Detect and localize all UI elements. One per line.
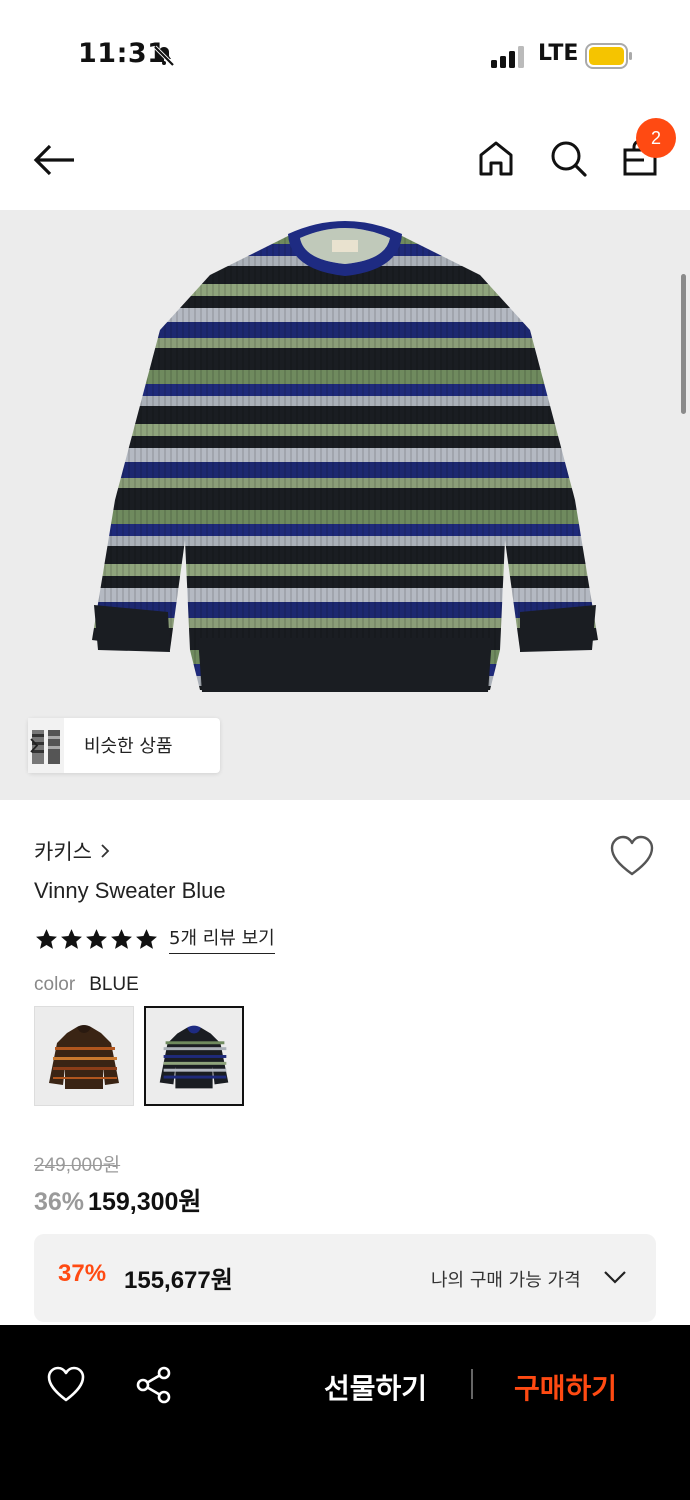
chevron-down-icon (604, 1271, 626, 1284)
star-icon (111, 928, 132, 949)
home-icon[interactable] (476, 138, 516, 178)
chevron-right-icon (30, 738, 39, 753)
similar-products-label: 비슷한 상품 (84, 736, 173, 757)
chevron-right-icon (101, 844, 110, 858)
my-discount-rate: 37% (58, 1260, 107, 1287)
rating-row: 5개 리뷰 보기 (34, 924, 275, 954)
original-price: 249,000원 (34, 1155, 121, 1176)
divider (471, 1369, 473, 1399)
gift-button[interactable]: 선물하기 (324, 1367, 427, 1407)
bottom-action-bar: 선물하기 구매하기 (0, 1325, 690, 1500)
bell-off-icon (153, 45, 175, 67)
color-value: BLUE (89, 974, 139, 995)
status-bar: 11:31 LTE (0, 0, 690, 110)
search-icon[interactable] (548, 138, 588, 178)
back-arrow-icon[interactable] (30, 140, 78, 180)
color-swatch-brown[interactable] (34, 1006, 134, 1106)
price-row: 36% 159,300원 (34, 1182, 201, 1218)
my-price-label: 나의 구매 가능 가격 (431, 1270, 581, 1291)
star-icon (136, 928, 157, 949)
top-navbar: 2 (0, 110, 690, 210)
star-icon (86, 928, 107, 949)
product-name: Vinny Sweater Blue (34, 878, 226, 903)
blue-sweater-thumbnail (159, 1025, 229, 1089)
star-icon (61, 928, 82, 949)
color-swatch-blue[interactable] (144, 1006, 244, 1106)
similar-products-button[interactable]: 비슷한 상품 (28, 718, 220, 773)
signal-icon (491, 46, 524, 68)
sale-price: 159,300원 (88, 1188, 202, 1216)
share-icon[interactable] (134, 1365, 174, 1405)
cart-count-badge: 2 (636, 118, 676, 158)
wishlist-heart-icon[interactable] (608, 834, 656, 878)
review-link[interactable]: 5개 리뷰 보기 (169, 924, 275, 954)
image-scrollbar[interactable] (681, 274, 686, 414)
rating-stars (34, 927, 159, 952)
sweater-image (92, 221, 598, 692)
star-icon (36, 928, 57, 949)
brand-name: 카키스 (34, 840, 92, 864)
product-image-carousel[interactable]: 비슷한 상품 (0, 210, 690, 800)
color-row: color BLUE (34, 974, 139, 996)
network-label: LTE (538, 41, 579, 66)
my-price: 155,677원 (124, 1267, 233, 1294)
color-label: color (34, 974, 76, 995)
battery-icon (585, 43, 632, 69)
brown-sweater-thumbnail (49, 1025, 119, 1089)
heart-icon[interactable] (46, 1365, 86, 1405)
discount-rate: 36% (34, 1188, 85, 1216)
buy-button[interactable]: 구매하기 (514, 1367, 617, 1407)
brand-link[interactable]: 카키스 (34, 836, 110, 866)
my-price-dropdown[interactable]: 37% 155,677원 나의 구매 가능 가격 (34, 1234, 656, 1322)
